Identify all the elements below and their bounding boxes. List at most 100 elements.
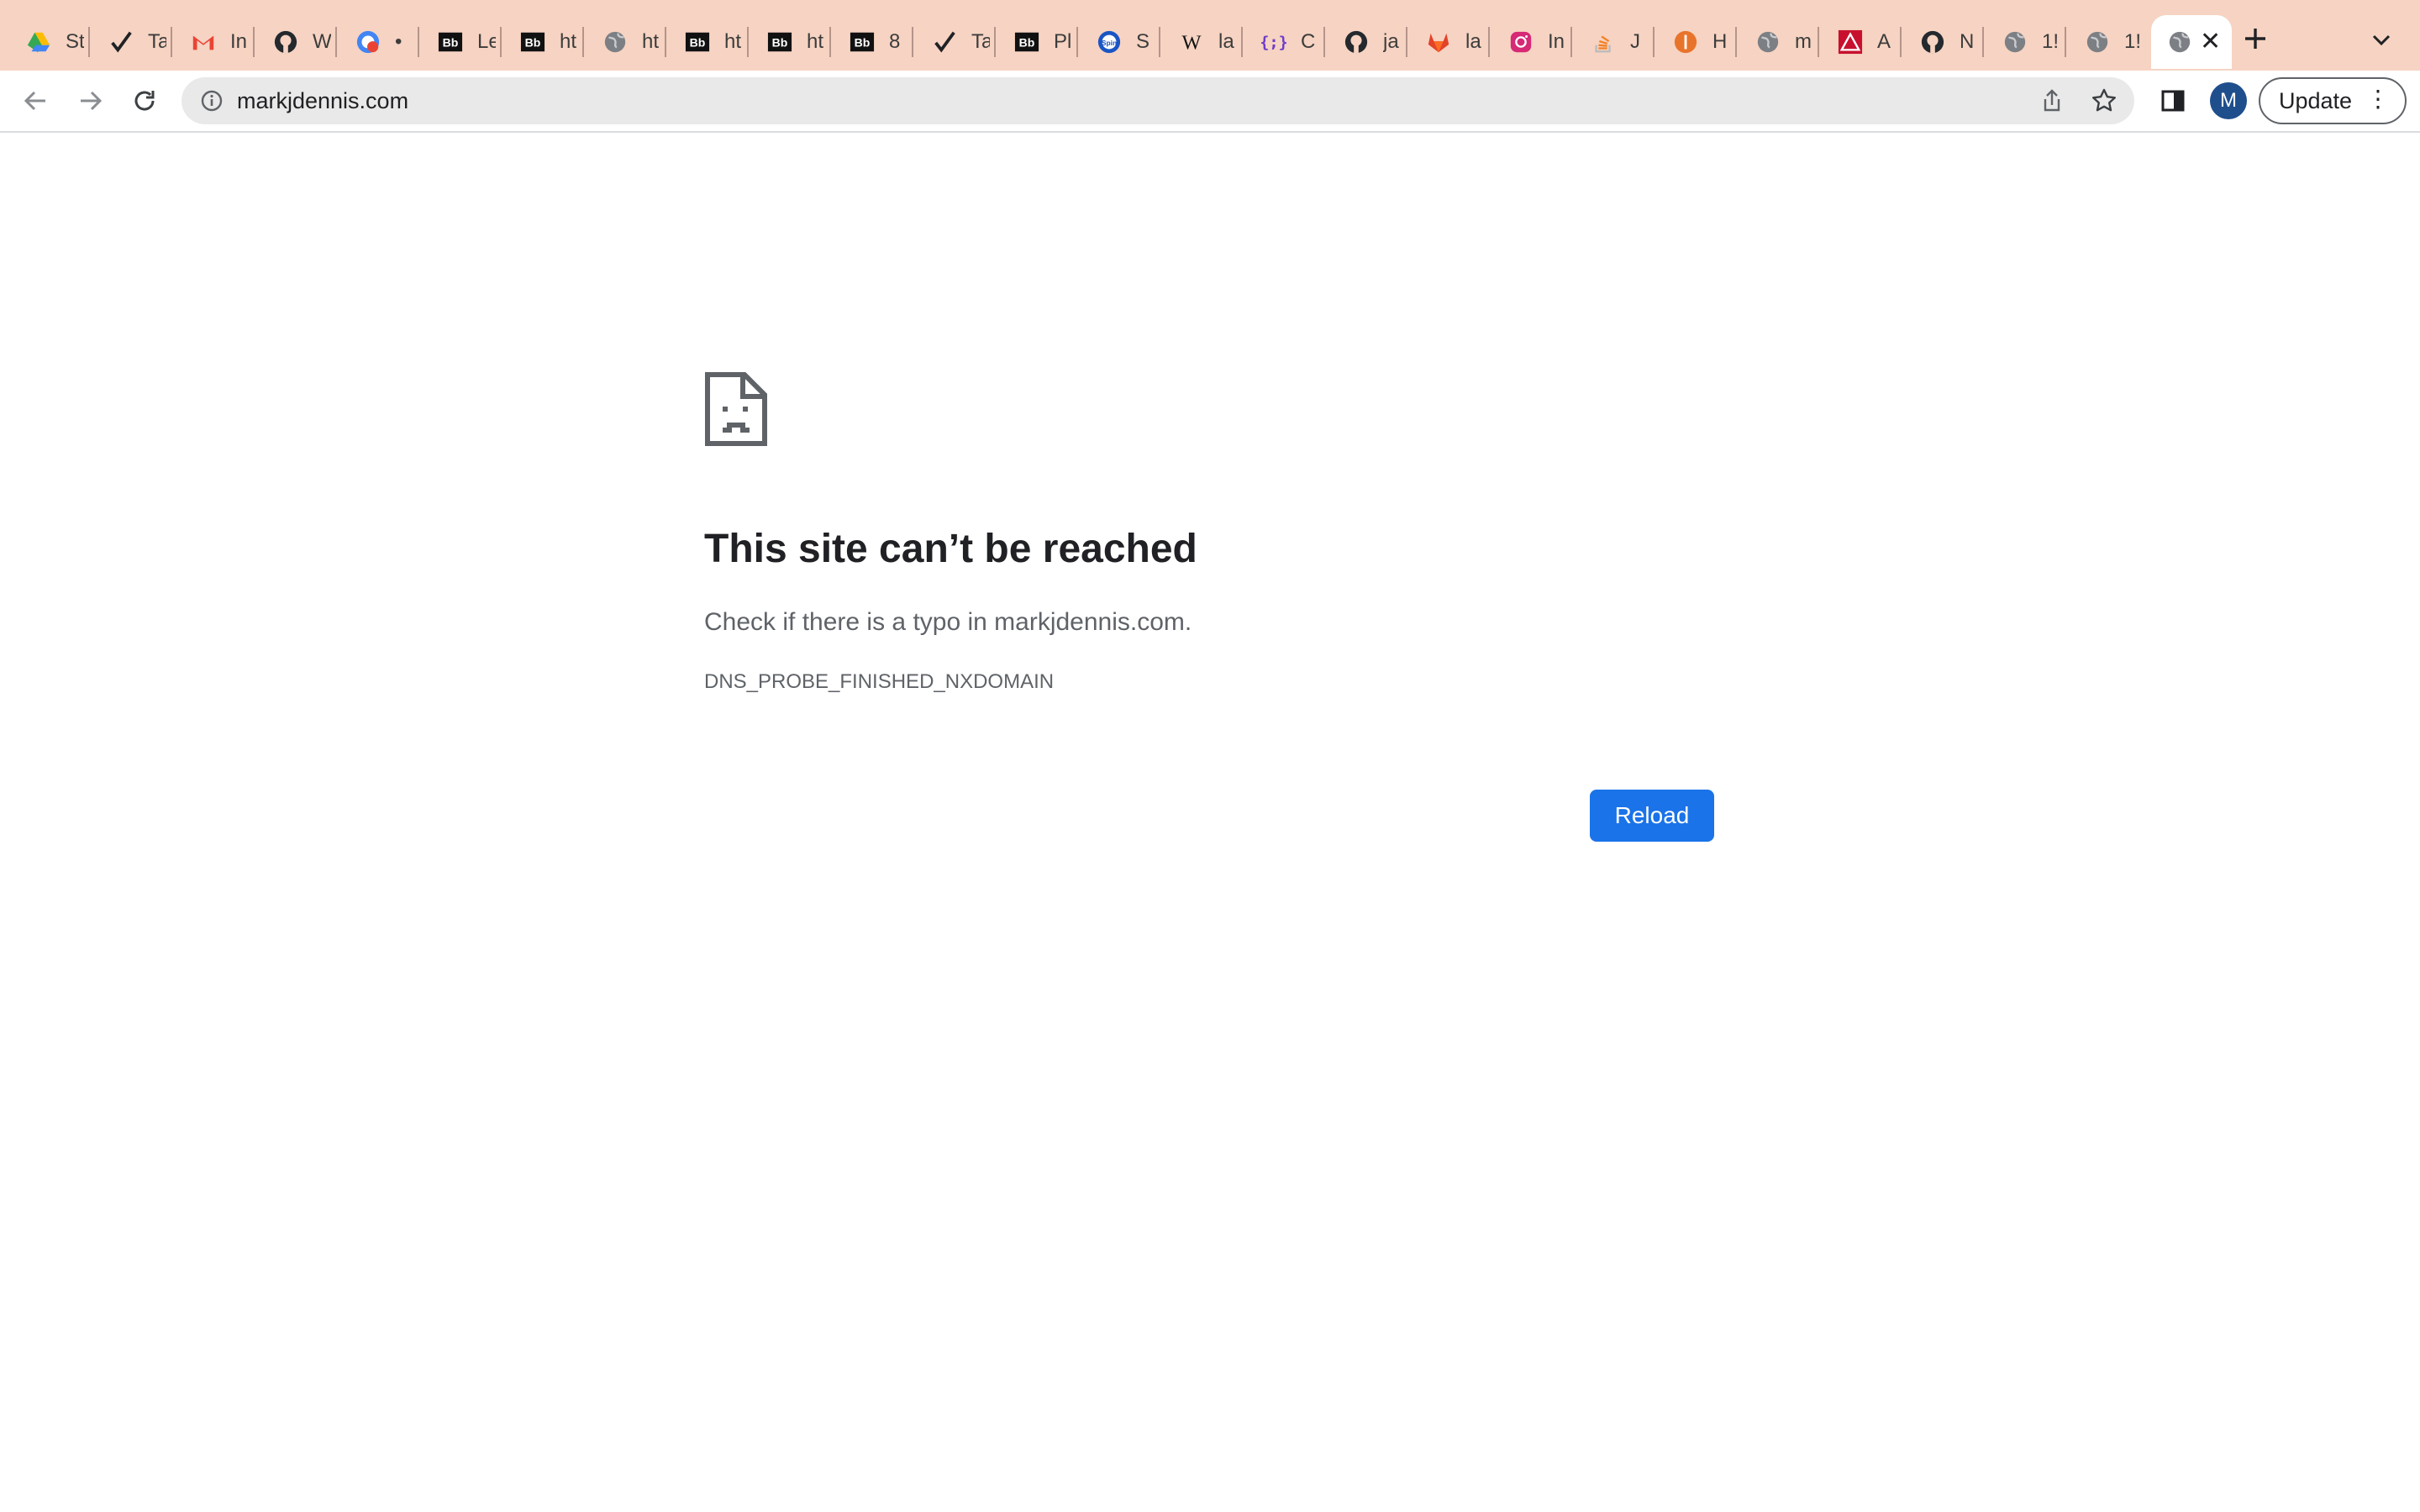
instagram-icon	[1507, 29, 1534, 55]
tab-separator	[88, 27, 90, 57]
tab-title: N	[1960, 30, 1975, 53]
globe-icon	[2084, 29, 2111, 55]
new-tab-button[interactable]	[2238, 22, 2272, 55]
tab-separator	[335, 27, 337, 57]
tab-separator	[829, 27, 831, 57]
tab-separator	[171, 27, 172, 57]
browser-tab[interactable]: Bb ht	[666, 15, 746, 69]
side-panel-button[interactable]	[2156, 84, 2190, 118]
browser-tab[interactable]: ja	[1324, 15, 1405, 69]
browser-tab[interactable]: •	[336, 15, 417, 69]
url-text[interactable]: markjdennis.com	[237, 88, 408, 114]
browser-tab[interactable]: Ta	[89, 15, 170, 69]
arrow-left-icon	[24, 91, 45, 111]
tab-separator	[1488, 27, 1490, 57]
browser-tab[interactable]: Wla	[1160, 15, 1240, 69]
browser-tab[interactable]: N	[1901, 15, 1981, 69]
tab-search-button[interactable]	[2366, 25, 2396, 55]
address-bar[interactable]: markjdennis.com	[182, 77, 2134, 124]
blackboard-icon: Bb	[437, 29, 464, 55]
gitlab-icon	[1425, 29, 1452, 55]
arrow-right-icon	[81, 91, 103, 111]
browser-tab[interactable]: Spin S	[1077, 15, 1158, 69]
browser-tab[interactable]: In	[171, 15, 252, 69]
profile-avatar[interactable]: M	[2210, 82, 2247, 119]
bookmark-star-icon[interactable]	[2089, 86, 2119, 116]
tab-separator	[1735, 27, 1737, 57]
shield-orange-icon	[1672, 29, 1699, 55]
active-browser-tab[interactable]: ✕	[2151, 15, 2232, 69]
tab-separator	[1653, 27, 1655, 57]
browser-tab[interactable]: A	[1818, 15, 1899, 69]
tab-title: m	[1795, 30, 1812, 53]
reload-button[interactable]: Reload	[1590, 790, 1714, 842]
tab-title: Pl	[1054, 30, 1072, 53]
tab-separator	[1241, 27, 1243, 57]
browser-tab[interactable]: Bb Le	[418, 15, 499, 69]
browser-tab[interactable]: Ta	[913, 15, 993, 69]
blackboard-icon: Bb	[1013, 29, 1040, 55]
update-button[interactable]: Update ⋮	[2259, 77, 2407, 124]
globe-icon	[1754, 29, 1781, 55]
tab-separator	[418, 27, 419, 57]
tab-title: 1!	[2124, 30, 2142, 53]
close-tab-icon[interactable]: ✕	[2200, 29, 2221, 55]
svg-text:Bb: Bb	[525, 36, 541, 50]
globe-icon	[2002, 29, 2028, 55]
browser-tab[interactable]: St	[7, 15, 87, 69]
google-drive-icon	[25, 29, 52, 55]
refresh-icon	[134, 91, 155, 111]
recording-icon	[355, 29, 381, 55]
tab-title: In	[1548, 30, 1565, 53]
browser-tab[interactable]: Bb ht	[501, 15, 581, 69]
github-icon	[1343, 29, 1370, 55]
tab-title: S	[1136, 30, 1150, 53]
browser-tab[interactable]: ht	[583, 15, 664, 69]
browser-tab[interactable]: la	[1407, 15, 1487, 69]
browser-tab[interactable]: J	[1571, 15, 1652, 69]
reload-toolbar-button[interactable]	[128, 84, 161, 118]
checkmark-icon	[931, 29, 958, 55]
checkmark-icon	[108, 29, 134, 55]
browser-tab[interactable]: W	[254, 15, 334, 69]
tab-separator	[582, 27, 584, 57]
tab-separator	[1818, 27, 1819, 57]
browser-tab[interactable]: 1!	[2065, 15, 2146, 69]
share-icon[interactable]	[2037, 86, 2067, 116]
tab-separator	[1900, 27, 1902, 57]
tab-title: ht	[724, 30, 742, 53]
browser-tab[interactable]: Bb ht	[748, 15, 829, 69]
globe-icon	[2166, 29, 2193, 55]
tab-separator	[253, 27, 255, 57]
browser-tab[interactable]: 1!	[1983, 15, 2064, 69]
browser-tab[interactable]: m	[1736, 15, 1817, 69]
tab-separator	[1159, 27, 1160, 57]
error-code: DNS_PROBE_FINISHED_NXDOMAIN	[704, 670, 1055, 693]
tab-separator	[994, 27, 996, 57]
kebab-menu-icon[interactable]: ⋮	[2366, 87, 2390, 111]
tab-title: ht	[642, 30, 660, 53]
tab-separator	[2065, 27, 2066, 57]
tab-separator	[1982, 27, 1984, 57]
browser-tab[interactable]: Bb 8	[830, 15, 911, 69]
svg-text:{;}: {;}	[1261, 34, 1286, 52]
browser-tab[interactable]: {;} C	[1242, 15, 1323, 69]
site-info-icon[interactable]	[197, 86, 227, 116]
code-brackets-icon: {;}	[1260, 29, 1287, 55]
browser-tab[interactable]: Bb Pl	[995, 15, 1076, 69]
tab-title: ht	[807, 30, 824, 53]
tab-title: St	[66, 30, 84, 53]
spin-icon: Spin	[1096, 29, 1123, 55]
tab-separator	[1570, 27, 1572, 57]
browser-tab[interactable]: In	[1489, 15, 1570, 69]
browser-tab[interactable]: H	[1654, 15, 1734, 69]
error-suggestion: Check if there is a typo in markjdennis.…	[704, 608, 1192, 636]
forward-button[interactable]	[74, 84, 108, 118]
svg-text:W: W	[1182, 31, 1202, 54]
tab-separator	[912, 27, 913, 57]
gmail-icon	[190, 29, 217, 55]
svg-text:Bb: Bb	[1019, 36, 1035, 50]
tab-title: C	[1301, 30, 1316, 53]
back-button[interactable]	[18, 84, 52, 118]
tab-separator	[747, 27, 749, 57]
